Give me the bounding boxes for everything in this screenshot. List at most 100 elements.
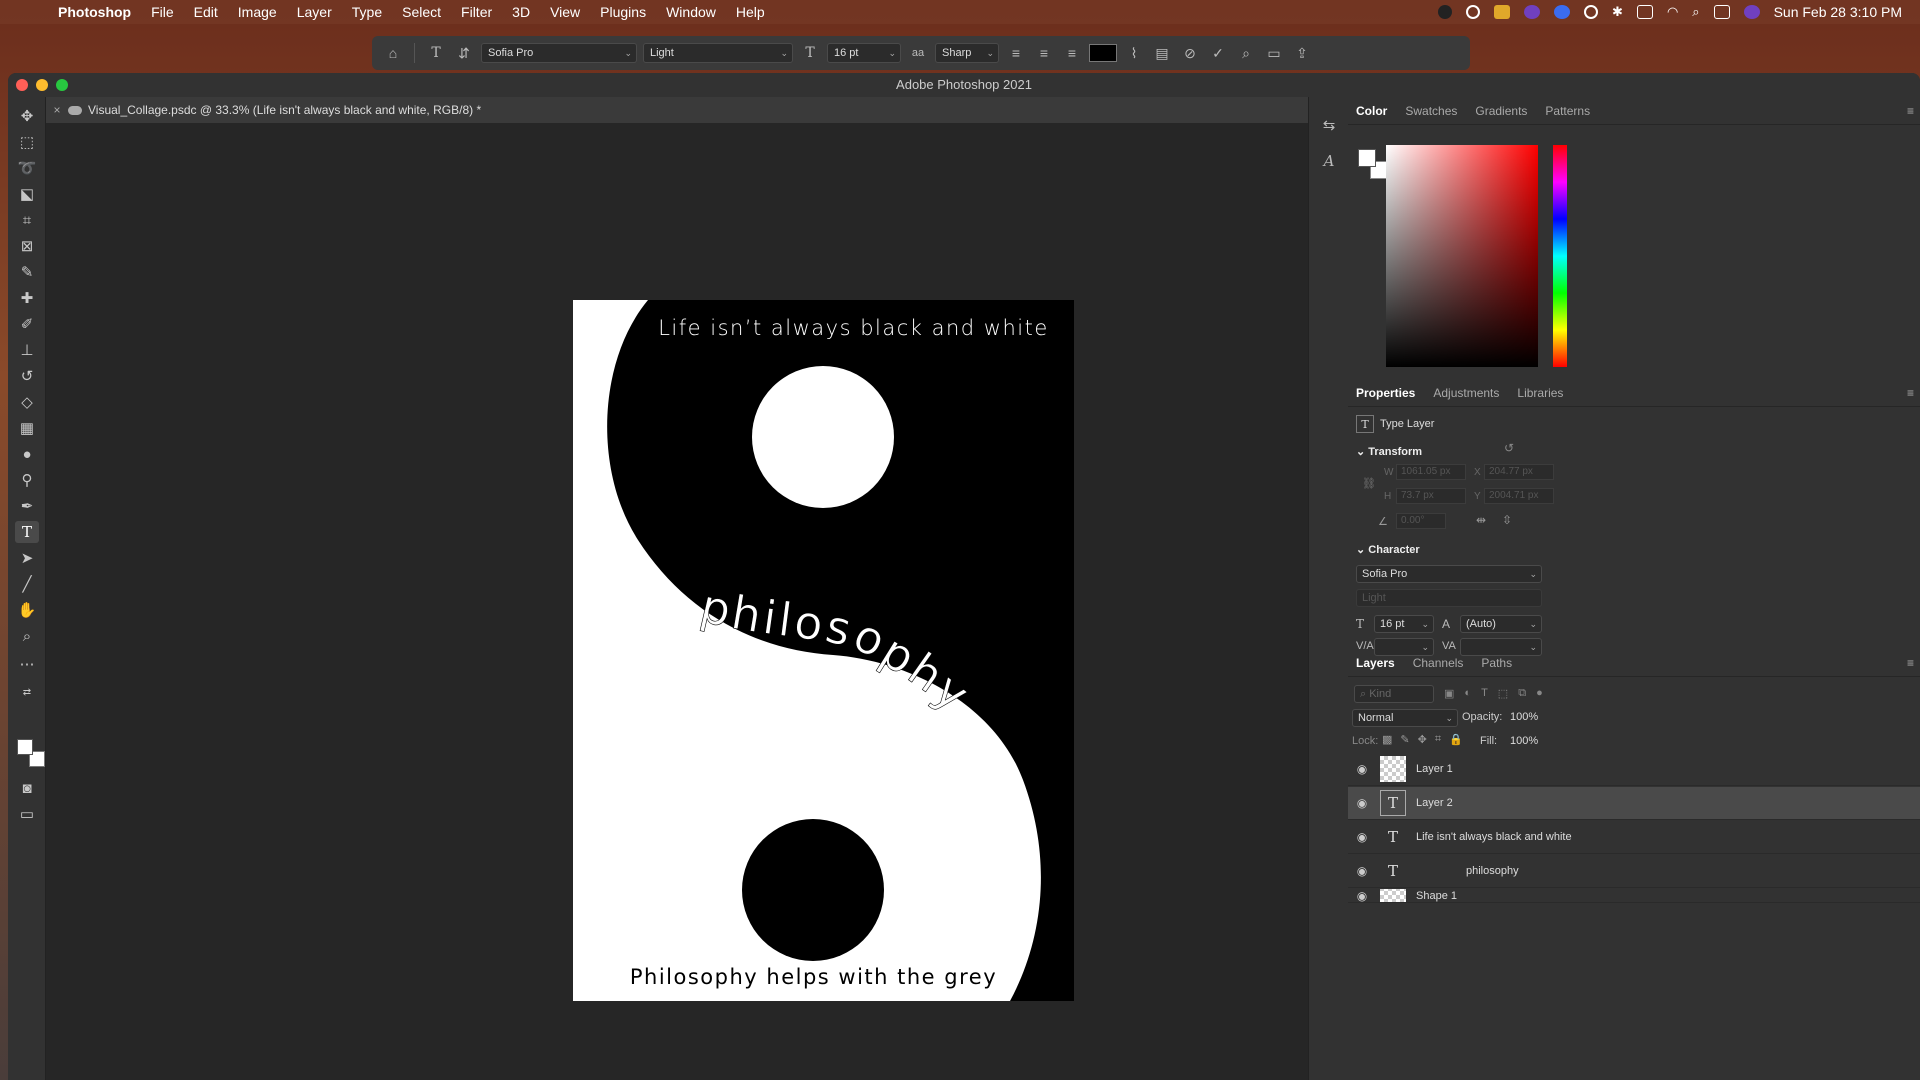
reset-transform-icon[interactable]: ↺: [1504, 441, 1514, 455]
x-field[interactable]: 204.77 px: [1484, 464, 1554, 480]
hand-tool-icon[interactable]: ✋: [15, 599, 39, 621]
color-picker-field[interactable]: [1386, 145, 1538, 367]
tab-properties[interactable]: Properties: [1356, 386, 1415, 400]
warp-text-icon[interactable]: ⌇: [1123, 42, 1145, 64]
blur-tool-icon[interactable]: ●: [15, 443, 39, 465]
object-selection-tool-icon[interactable]: ⬕: [15, 183, 39, 205]
align-right-icon[interactable]: ≡: [1061, 42, 1083, 64]
panel-menu-icon[interactable]: ≡: [1907, 104, 1914, 118]
history-brush-tool-icon[interactable]: ↺: [15, 365, 39, 387]
tab-patterns[interactable]: Patterns: [1545, 104, 1590, 118]
close-window-button[interactable]: [16, 79, 28, 91]
menu-help[interactable]: Help: [726, 4, 775, 20]
tab-libraries[interactable]: Libraries: [1517, 386, 1563, 400]
minimize-window-button[interactable]: [36, 79, 48, 91]
angle-field[interactable]: 0.00°: [1396, 513, 1446, 529]
tab-color[interactable]: Color: [1356, 104, 1387, 118]
dodge-tool-icon[interactable]: ⚲: [15, 469, 39, 491]
browser-icon[interactable]: [1554, 5, 1571, 19]
adjustment-filter-icon[interactable]: ◐: [1464, 687, 1471, 700]
record-icon[interactable]: [1438, 5, 1453, 19]
menu-window[interactable]: Window: [656, 4, 726, 20]
lock-all-icon[interactable]: 🔒: [1449, 733, 1463, 746]
layer-row-top-text[interactable]: ◉ T Life isn't always black and white: [1348, 821, 1920, 854]
m-app-icon[interactable]: [1524, 5, 1541, 19]
link-icon[interactable]: ⛓: [1362, 477, 1376, 490]
path-selection-tool-icon[interactable]: ➤: [15, 547, 39, 569]
menu-image[interactable]: Image: [228, 4, 287, 20]
tab-adjustments[interactable]: Adjustments: [1433, 386, 1499, 400]
layer-row-philosophy[interactable]: ◉ T philosophy: [1348, 855, 1920, 888]
lock-artboard-icon[interactable]: ⌗: [1435, 733, 1441, 746]
text-color-swatch[interactable]: [1089, 44, 1117, 62]
antialias-select[interactable]: Sharp ⌄: [935, 43, 999, 63]
control-center-icon[interactable]: [1713, 5, 1730, 19]
eyedropper-tool-icon[interactable]: ✎: [15, 261, 39, 283]
menubar-clock[interactable]: Sun Feb 28 3:10 PM: [1774, 4, 1902, 20]
lock-position-icon[interactable]: ✥: [1418, 733, 1427, 746]
menu-select[interactable]: Select: [392, 4, 451, 20]
y-field[interactable]: 2004.71 px: [1484, 488, 1554, 504]
share-icon[interactable]: ⇪: [1291, 42, 1313, 64]
line-tool-icon[interactable]: ╱: [15, 573, 39, 595]
eye-icon[interactable]: ◉: [1348, 889, 1376, 902]
tab-paths[interactable]: Paths: [1481, 656, 1512, 670]
foreground-color-swatch[interactable]: [17, 739, 33, 755]
foreground-background-colors[interactable]: [17, 739, 45, 767]
color-panel-swatches[interactable]: [1358, 149, 1388, 179]
menu-plugins[interactable]: Plugins: [590, 4, 656, 20]
cancel-icon[interactable]: ⊘: [1179, 42, 1201, 64]
marquee-tool-icon[interactable]: ⬚: [15, 131, 39, 153]
top-text-layer[interactable]: Life isn’t always black and white: [573, 316, 1074, 340]
tab-gradients[interactable]: Gradients: [1475, 104, 1527, 118]
eye-icon[interactable]: ◉: [1348, 864, 1376, 878]
menu-file[interactable]: File: [141, 4, 184, 20]
text-orientation-icon[interactable]: ⇵: [453, 42, 475, 64]
smartobject-filter-icon[interactable]: ⧉: [1518, 687, 1526, 700]
tab-channels[interactable]: Channels: [1413, 656, 1464, 670]
menu-filter[interactable]: Filter: [451, 4, 502, 20]
document-tab[interactable]: × Visual_Collage.psdc @ 33.3% (Life isn'…: [46, 97, 1308, 123]
close-tab-icon[interactable]: ×: [46, 97, 68, 123]
align-center-icon[interactable]: ≡: [1033, 42, 1055, 64]
width-field[interactable]: 1061.05 px: [1396, 464, 1466, 480]
pixel-filter-icon[interactable]: ▣: [1444, 687, 1454, 700]
eye-icon[interactable]: ◉: [1348, 762, 1376, 776]
menu-edit[interactable]: Edit: [184, 4, 228, 20]
menu-view[interactable]: View: [540, 4, 590, 20]
layer-name[interactable]: Shape 1: [1416, 890, 1457, 902]
leading-select[interactable]: (Auto) ⌄: [1460, 615, 1542, 633]
fill-field[interactable]: 100%: [1510, 735, 1538, 747]
character-font-size-select[interactable]: 16 pt ⌄: [1374, 615, 1434, 633]
type-filter-icon[interactable]: T: [1481, 687, 1488, 700]
more-tools-icon[interactable]: ⋯: [15, 653, 39, 675]
menu-type[interactable]: Type: [342, 4, 392, 20]
maximize-window-button[interactable]: [56, 79, 68, 91]
character-font-family-select[interactable]: Sofia Pro ⌄: [1356, 565, 1542, 583]
screen-mode-icon[interactable]: ▭: [15, 803, 39, 825]
font-size-select[interactable]: 16 pt ⌄: [827, 43, 901, 63]
type-tool-icon[interactable]: T: [15, 521, 39, 543]
lock-pixels-icon[interactable]: ✎: [1400, 733, 1409, 746]
menu-photoshop[interactable]: Photoshop: [48, 4, 141, 20]
panel-menu-icon[interactable]: ≡: [1907, 656, 1914, 670]
glyphs-panel-icon[interactable]: A: [1317, 149, 1341, 173]
character-font-style-select[interactable]: Light: [1356, 589, 1542, 607]
play-icon[interactable]: [1584, 5, 1599, 19]
layer-name[interactable]: Layer 2: [1416, 797, 1453, 809]
siri-icon[interactable]: [1743, 5, 1760, 19]
zoom-tool-icon[interactable]: ⌕: [15, 625, 39, 647]
battery-icon[interactable]: [1636, 5, 1653, 19]
document-canvas[interactable]: philosophy Life isn’t always black and w…: [573, 300, 1074, 1001]
flip-horizontal-icon[interactable]: ⇹: [1476, 513, 1486, 527]
workspace-icon[interactable]: ▭: [1263, 42, 1285, 64]
character-section-header[interactable]: ⌄ Character: [1356, 543, 1420, 556]
layer-filter-select[interactable]: ⌕ Kind: [1354, 685, 1434, 703]
font-style-select[interactable]: Light ⌄: [643, 43, 793, 63]
height-field[interactable]: 73.7 px: [1396, 488, 1466, 504]
transform-section-header[interactable]: ⌄ Transform: [1356, 445, 1422, 458]
opacity-field[interactable]: 100%: [1510, 711, 1538, 723]
quick-mask-icon[interactable]: ◙: [15, 777, 39, 799]
move-tool-icon[interactable]: ✥: [15, 105, 39, 127]
flip-vertical-icon[interactable]: ⇳: [1502, 513, 1512, 527]
